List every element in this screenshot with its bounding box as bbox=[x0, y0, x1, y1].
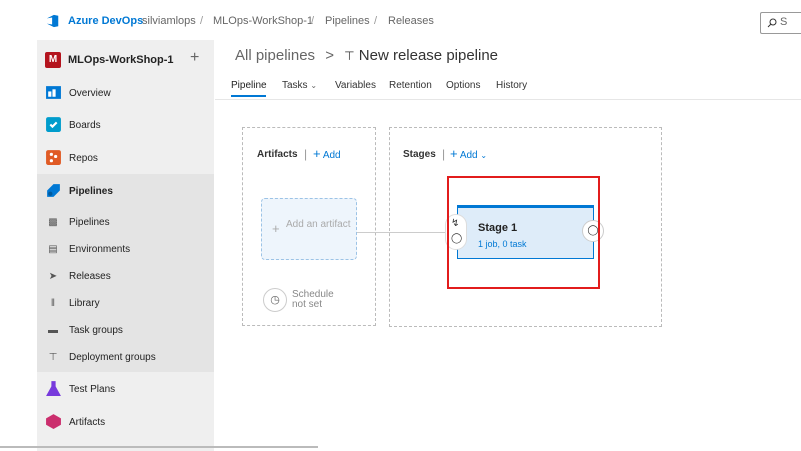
sidebar-item-label: Library bbox=[69, 298, 100, 309]
breadcrumb-project[interactable]: MLOps-WorkShop-1 bbox=[213, 15, 313, 27]
project-name: MLOps-WorkShop-1 bbox=[68, 54, 174, 66]
breadcrumb-separator: / bbox=[200, 15, 204, 27]
plus-icon: + bbox=[313, 146, 321, 161]
release-pipeline-icon: ⊤ bbox=[344, 49, 355, 63]
plus-icon: + bbox=[272, 221, 280, 236]
tab-variables[interactable]: Variables bbox=[335, 80, 376, 91]
add-stage-link[interactable]: + Add ⌄ bbox=[450, 146, 487, 161]
chevron-down-icon: ⌄ bbox=[480, 151, 488, 160]
breadcrumb-section[interactable]: Pipelines bbox=[325, 15, 370, 27]
sidebar-item-label: Repos bbox=[69, 153, 98, 164]
tab-options[interactable]: Options bbox=[446, 80, 480, 91]
task-groups-icon: ▬ bbox=[48, 325, 58, 336]
stages-title: Stages bbox=[403, 149, 436, 160]
artifacts-title: Artifacts bbox=[257, 149, 298, 160]
brand-link[interactable]: Azure DevOps bbox=[68, 15, 143, 27]
boards-icon bbox=[46, 117, 61, 132]
pipelines-group: Pipelines ▩ Pipelines ▤ Environments ➤ R… bbox=[37, 174, 214, 372]
add-artifact-card[interactable]: + Add an artifact bbox=[261, 198, 357, 260]
add-icon[interactable]: + bbox=[190, 49, 199, 67]
sidebar-item-pipelines[interactable]: Pipelines bbox=[37, 174, 214, 208]
sidebar-item-artifacts[interactable]: Artifacts bbox=[37, 406, 214, 438]
sidebar-item-boards[interactable]: Boards bbox=[37, 110, 214, 142]
sidebar-sub-item-pipelines[interactable]: ▩ Pipelines bbox=[37, 208, 214, 236]
releases-icon: ➤ bbox=[48, 271, 58, 282]
project-avatar: M bbox=[45, 52, 61, 68]
project-header[interactable]: M MLOps-WorkShop-1 + bbox=[37, 44, 214, 74]
overview-icon bbox=[46, 86, 61, 99]
tab-pipeline[interactable]: Pipeline bbox=[231, 80, 267, 91]
sidebar-item-repos[interactable]: Repos bbox=[37, 142, 214, 174]
sidebar-sub-item-library[interactable]: ‖ Library bbox=[37, 289, 214, 317]
add-artifact-label: Add an artifact bbox=[286, 219, 351, 230]
breadcrumb-separator: / bbox=[374, 15, 378, 27]
sidebar-item-label: Environments bbox=[69, 244, 131, 255]
sidebar-sub-item-task-groups[interactable]: ▬ Task groups bbox=[37, 316, 214, 344]
top-bar: Azure DevOps silviamlops / MLOps-WorkSho… bbox=[0, 0, 801, 40]
add-stage-link-label: Add bbox=[459, 150, 478, 161]
divider bbox=[215, 99, 801, 100]
divider: | bbox=[442, 147, 446, 161]
sidebar-item-label: Deployment groups bbox=[69, 352, 156, 363]
sidebar-sub-item-environments[interactable]: ▤ Environments bbox=[37, 235, 214, 263]
test-plans-icon bbox=[46, 381, 61, 396]
breadcrumb-separator: / bbox=[311, 15, 315, 27]
search-box[interactable]: S bbox=[760, 12, 801, 34]
environments-icon: ▤ bbox=[48, 244, 58, 255]
azure-devops-logo-icon[interactable] bbox=[46, 14, 60, 28]
sidebar-item-label: Task groups bbox=[69, 325, 123, 336]
sidebar-item-label: Pipelines bbox=[69, 186, 113, 197]
repos-icon bbox=[46, 150, 61, 165]
add-artifact-link-label: Add bbox=[322, 150, 341, 161]
breadcrumb-org[interactable]: silviamlops bbox=[142, 15, 196, 27]
sidebar-item-label: Artifacts bbox=[69, 417, 106, 428]
search-icon bbox=[767, 18, 777, 28]
tab-history[interactable]: History bbox=[496, 80, 527, 91]
tab-tasks[interactable]: Tasks ⌄ bbox=[282, 80, 317, 91]
sidebar-sub-item-releases[interactable]: ➤ Releases bbox=[37, 262, 214, 290]
sidebar-item-overview[interactable]: Overview bbox=[37, 77, 214, 109]
page-title: All pipelines > ⊤ New release pipeline bbox=[235, 47, 498, 64]
clock-icon: ◷ bbox=[263, 288, 287, 312]
tab-tasks-label: Tasks bbox=[282, 80, 308, 91]
breadcrumb-page[interactable]: Releases bbox=[388, 15, 434, 27]
add-artifact-link[interactable]: + Add bbox=[313, 146, 341, 161]
tab-retention[interactable]: Retention bbox=[389, 80, 432, 91]
sidebar-item-test-plans[interactable]: Test Plans bbox=[37, 373, 214, 405]
plus-icon: + bbox=[450, 146, 458, 161]
artifacts-icon bbox=[46, 414, 61, 429]
breadcrumb-all-pipelines[interactable]: All pipelines bbox=[235, 47, 315, 64]
sidebar-item-label: Releases bbox=[69, 271, 111, 282]
sidebar-item-label: Overview bbox=[69, 88, 111, 99]
deployment-groups-icon: ⊤ bbox=[48, 352, 58, 363]
divider: | bbox=[304, 147, 308, 161]
highlight-box bbox=[447, 176, 600, 289]
sidebar: M MLOps-WorkShop-1 + Overview Boards Rep… bbox=[37, 40, 214, 451]
library-icon: ‖ bbox=[50, 298, 56, 309]
pipeline-name[interactable]: New release pipeline bbox=[359, 47, 498, 64]
schedule-label: Schedule not set bbox=[292, 289, 334, 310]
sidebar-item-label: Test Plans bbox=[69, 384, 116, 395]
sidebar-item-label: Pipelines bbox=[69, 217, 110, 228]
divider bbox=[0, 446, 318, 448]
pipelines-icon bbox=[47, 184, 60, 197]
chevron-right-icon: > bbox=[325, 47, 334, 64]
sidebar-sub-item-deployment-groups[interactable]: ⊤ Deployment groups bbox=[37, 343, 214, 371]
pipelines-sub-icon: ▩ bbox=[48, 217, 58, 228]
sidebar-item-label: Boards bbox=[69, 120, 101, 131]
active-tab-indicator bbox=[231, 95, 266, 97]
chevron-down-icon: ⌄ bbox=[310, 81, 318, 90]
